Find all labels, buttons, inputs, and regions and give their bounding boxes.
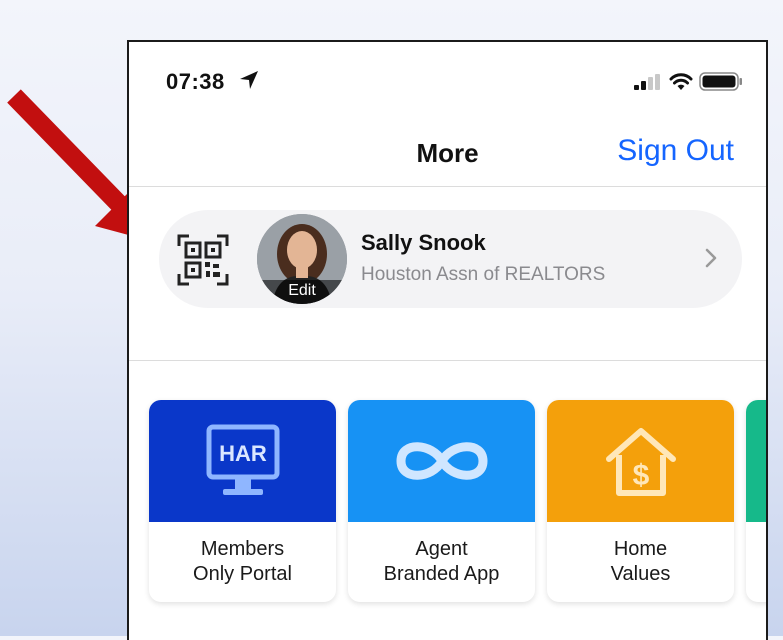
tile-icon-area: $ [547,400,734,522]
user-name: Sally Snook [361,230,486,255]
tile-label-area: Agent Branded App [348,522,535,602]
section-divider [129,360,766,361]
tile-icon-area: HAR [149,400,336,522]
qr-code-icon[interactable] [177,234,229,286]
status-time: 07:38 [166,69,225,94]
edit-photo-button[interactable]: Edit [257,280,347,304]
battery-icon [699,72,742,91]
tile-agent-branded-app[interactable]: Agent Branded App [348,400,535,602]
cellular-signal-icon [634,74,660,90]
wifi-icon [669,73,693,90]
monitor-icon: HAR [206,424,279,495]
nav-bar: More Sign Out [129,122,766,187]
sign-out-button[interactable]: Sign Out [617,134,734,168]
status-bar: 07:38 [129,42,766,122]
tile-label: Agent Branded App [383,538,500,585]
phone-screen: 07:38 More Sign Out Edit Sally Snook Hou… [127,40,768,640]
infinity-icon [396,442,487,480]
svg-text:$: $ [632,459,649,492]
tile-label-area: Home Values [547,522,734,602]
house-dollar-icon: $ [605,428,676,496]
chevron-right-icon [705,248,717,268]
har-logo-text: HAR [219,441,267,466]
avatar[interactable]: Edit [257,214,347,304]
user-organization: Houston Assn of REALTORS [361,264,606,285]
tile-label: Members Only Portal [193,538,292,585]
tile-home-values[interactable]: $ Home Values [547,400,734,602]
tile-members-only-portal[interactable]: HAR Members Only Portal [149,400,336,602]
tile-icon-area [746,400,766,522]
tile-icon-area [348,400,535,522]
tile-label-area [746,522,766,602]
tile-partial[interactable] [746,400,766,602]
location-arrow-icon [240,71,258,89]
tile-label: Home Values [610,538,671,585]
tile-label-area: Members Only Portal [149,522,336,602]
profile-card[interactable]: Edit Sally Snook Houston Assn of REALTOR… [159,210,742,308]
